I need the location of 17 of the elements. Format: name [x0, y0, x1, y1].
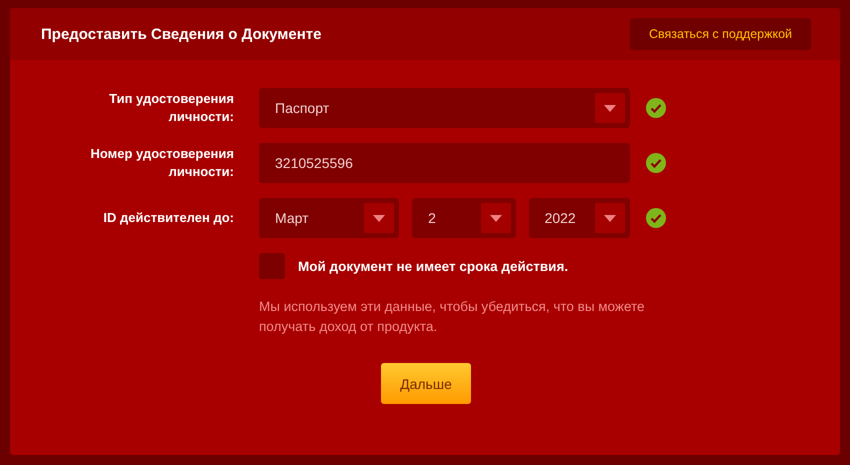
checkbox[interactable]: [259, 253, 285, 279]
checkbox-label[interactable]: Мой документ не имеет срока действия.: [298, 258, 568, 274]
select-field[interactable]: Март: [259, 198, 400, 238]
select-field[interactable]: Паспорт: [259, 88, 630, 128]
field-label: ID действителен до:: [102, 209, 234, 227]
info-text: Мы используем эти данные, чтобы убедиться, что вы можете получать доход от продукта.: [259, 298, 646, 336]
select-field[interactable]: 2022: [528, 198, 630, 238]
select-field[interactable]: 2: [412, 198, 516, 238]
input-field[interactable]: 3210525596: [259, 143, 630, 183]
form-title: Предоставить Сведения о Документе: [41, 26, 322, 42]
field-label: Тип удостоверения личности:: [108, 90, 234, 126]
valid-check-icon: [645, 152, 667, 174]
next-button[interactable]: Дальше: [381, 363, 471, 404]
field-label: Номер удостоверения личности:: [89, 145, 234, 181]
valid-check-icon: [645, 207, 667, 229]
valid-check-icon: [645, 97, 667, 119]
support-button[interactable]: Связаться с поддержкой: [630, 18, 811, 50]
